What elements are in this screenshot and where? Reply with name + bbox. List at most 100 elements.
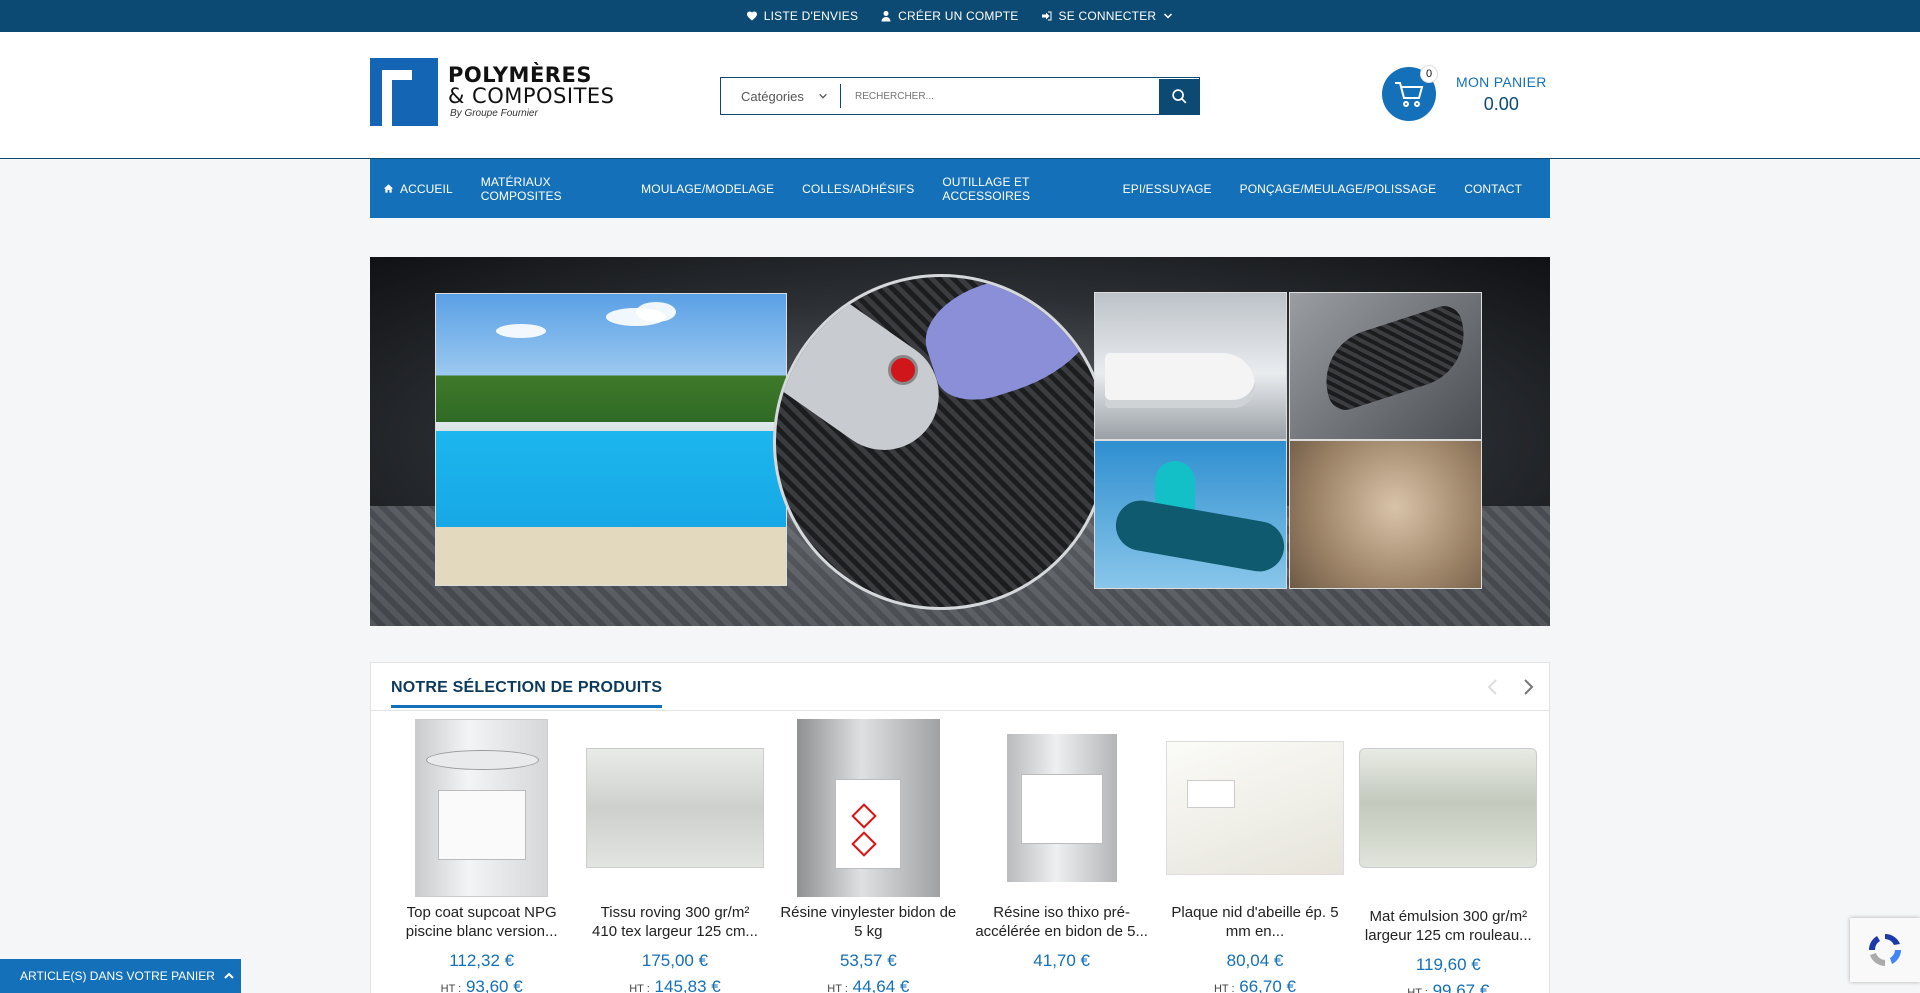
- product-price-ht: HT : 44,64 €: [772, 977, 965, 993]
- ht-value: 99,67 €: [1432, 981, 1490, 993]
- product-price: 175,00 €: [641, 951, 709, 970]
- search-bar: Catégories: [720, 77, 1200, 115]
- product-card[interactable]: Résine iso thixo pré-accélérée en bidon …: [965, 719, 1158, 993]
- category-select[interactable]: Catégories: [721, 84, 841, 108]
- hero-banner[interactable]: [370, 257, 1550, 626]
- banner-boat-image: [1094, 292, 1287, 440]
- nav-item-label: CONTACT: [1464, 181, 1522, 196]
- logo-text: POLYMÈRES & COMPOSITES By Groupe Fournie…: [448, 65, 615, 119]
- product-price-ht: HT : 66,70 €: [1158, 977, 1351, 993]
- product-name[interactable]: Résine iso thixo pré-accélérée en bidon …: [965, 903, 1158, 941]
- search-button[interactable]: [1159, 78, 1199, 114]
- sign-in-icon: [1041, 11, 1052, 21]
- product-price: 112,32 €: [449, 951, 515, 970]
- product-image[interactable]: [965, 719, 1158, 897]
- main-nav: ACCUEIL MATÉRIAUX COMPOSITES MOULAGE/MOD…: [370, 159, 1550, 218]
- nav-item-epi-essuyage[interactable]: EPI/ESSUYAGE: [1123, 182, 1212, 196]
- nav-item-poncage[interactable]: PONÇAGE/MEULAGE/POLISSAGE: [1240, 182, 1437, 196]
- product-card[interactable]: Top coat supcoat NPG piscine blanc versi…: [385, 719, 578, 993]
- login-dropdown[interactable]: SE CONNECTER: [1041, 9, 1175, 23]
- ht-value: 145,83 €: [654, 977, 721, 993]
- product-name[interactable]: Mat émulsion 300 gr/m² largeur 125 cm ro…: [1352, 907, 1545, 945]
- cart-total: 0.00: [1483, 93, 1519, 114]
- banner-sculpture-image: [1289, 440, 1482, 589]
- nav-item-moulage-modelage[interactable]: MOULAGE/MODELAGE: [641, 182, 774, 196]
- product-card[interactable]: Résine vinylester bidon de 5 kg 53,57 € …: [772, 719, 965, 993]
- product-name[interactable]: Tissu roving 300 gr/m² 410 tex largeur 1…: [578, 903, 771, 941]
- heart-icon: [746, 11, 757, 21]
- recaptcha-badge[interactable]: [1850, 918, 1920, 982]
- selection-title: NOTRE SÉLECTION DE PRODUITS: [391, 679, 663, 708]
- selection-header: NOTRE SÉLECTION DE PRODUITS: [371, 663, 1549, 711]
- chevron-down-icon: [819, 93, 827, 99]
- nav-item-label: EPI/ESSUYAGE: [1122, 181, 1212, 196]
- category-select-label: Catégories: [741, 88, 804, 104]
- nav-item-label: MOULAGE/MODELAGE: [641, 181, 775, 196]
- user-icon: [881, 11, 891, 22]
- ht-value: 44,64 €: [852, 977, 910, 993]
- ht-label: HT :: [827, 983, 848, 993]
- product-card[interactable]: Mat émulsion 300 gr/m² largeur 125 cm ro…: [1352, 719, 1545, 993]
- product-carousel: Top coat supcoat NPG piscine blanc versi…: [385, 719, 1545, 993]
- search-icon: [1171, 88, 1186, 103]
- product-image[interactable]: [1352, 719, 1545, 897]
- nav-item-colles-adhesifs[interactable]: COLLES/ADHÉSIFS: [802, 182, 914, 196]
- nav-item-label: ACCUEIL: [400, 181, 453, 196]
- product-card[interactable]: Plaque nid d'abeille ép. 5 mm en... 80,0…: [1158, 719, 1351, 993]
- ht-value: 93,60 €: [465, 977, 523, 993]
- nav-item-contact[interactable]: CONTACT: [1464, 182, 1522, 196]
- ht-label: HT :: [1407, 987, 1428, 993]
- nav-item-label: MATÉRIAUX COMPOSITES: [480, 174, 562, 203]
- product-image[interactable]: [578, 719, 771, 897]
- product-image[interactable]: [772, 719, 965, 897]
- ht-label: HT :: [1213, 983, 1235, 993]
- create-account-label: CRÉER UN COMPTE: [898, 9, 1019, 23]
- recaptcha-icon: [1868, 933, 1901, 966]
- site-header: POLYMÈRES & COMPOSITES By Groupe Fournie…: [0, 32, 1920, 159]
- logo-line-1: POLYMÈRES: [448, 63, 592, 87]
- chevron-up-icon: [224, 972, 234, 979]
- product-price: 53,57 €: [839, 951, 897, 970]
- top-bar: LISTE D'ENVIES CRÉER UN COMPTE SE CONNEC…: [0, 0, 1920, 32]
- cart-summary[interactable]: MON PANIER 0.00: [1456, 74, 1547, 115]
- ht-value: 66,70 €: [1239, 977, 1296, 993]
- product-name[interactable]: Résine vinylester bidon de 5 kg: [772, 903, 965, 941]
- create-account-link[interactable]: CRÉER UN COMPTE: [880, 9, 1018, 23]
- product-name[interactable]: Plaque nid d'abeille ép. 5 mm en...: [1158, 903, 1351, 941]
- nav-item-label: OUTILLAGE ET ACCESSOIRES: [942, 174, 1031, 203]
- cart-icon: [1395, 82, 1424, 107]
- product-name[interactable]: Top coat supcoat NPG piscine blanc versi…: [385, 903, 578, 941]
- wishlist-label: LISTE D'ENVIES: [763, 9, 859, 23]
- carousel-prev-button[interactable]: [1483, 677, 1503, 697]
- carousel-next-button[interactable]: [1518, 677, 1538, 697]
- banner-snowboard-image: [1094, 440, 1287, 589]
- product-price-ht: HT : 145,83 €: [578, 977, 771, 993]
- logo-mark: [370, 58, 438, 126]
- logo-line-3: By Groupe Fournier: [450, 108, 538, 119]
- search-input[interactable]: [841, 90, 1159, 102]
- cart-items-label: ARTICLE(S) DANS VOTRE PANIER: [20, 969, 215, 983]
- product-image[interactable]: [1158, 719, 1351, 897]
- site-logo[interactable]: POLYMÈRES & COMPOSITES By Groupe Fournie…: [370, 57, 632, 127]
- chevron-left-icon: [1487, 679, 1497, 695]
- ht-label: HT :: [440, 983, 462, 993]
- product-price-ht: HT : 99,67 €: [1352, 981, 1545, 993]
- login-label: SE CONNECTER: [1058, 9, 1157, 23]
- product-selection: NOTRE SÉLECTION DE PRODUITS Top coat sup…: [370, 662, 1550, 993]
- product-image[interactable]: [385, 719, 578, 897]
- product-card[interactable]: Tissu roving 300 gr/m² 410 tex largeur 1…: [578, 719, 771, 993]
- cart-button[interactable]: 0: [1382, 65, 1438, 121]
- cart-count-badge: 0: [1420, 65, 1438, 83]
- product-price-ht: HT : 93,60 €: [385, 977, 578, 993]
- wishlist-link[interactable]: LISTE D'ENVIES: [746, 9, 858, 23]
- chevron-down-icon: [1164, 13, 1173, 19]
- nav-item-materiaux-composites[interactable]: MATÉRIAUX COMPOSITES: [481, 175, 613, 203]
- nav-item-outillage[interactable]: OUTILLAGE ET ACCESSOIRES: [942, 175, 1094, 203]
- mini-cart[interactable]: 0 MON PANIER 0.00: [1382, 65, 1547, 121]
- banner-pool-image: [435, 293, 787, 586]
- cart-label: MON PANIER: [1456, 73, 1547, 90]
- nav-item-accueil[interactable]: ACCUEIL: [383, 182, 453, 196]
- product-price: 80,04 €: [1226, 951, 1284, 970]
- cart-items-toggle[interactable]: ARTICLE(S) DANS VOTRE PANIER: [0, 959, 241, 993]
- banner-carbon-part-image: [1289, 292, 1482, 440]
